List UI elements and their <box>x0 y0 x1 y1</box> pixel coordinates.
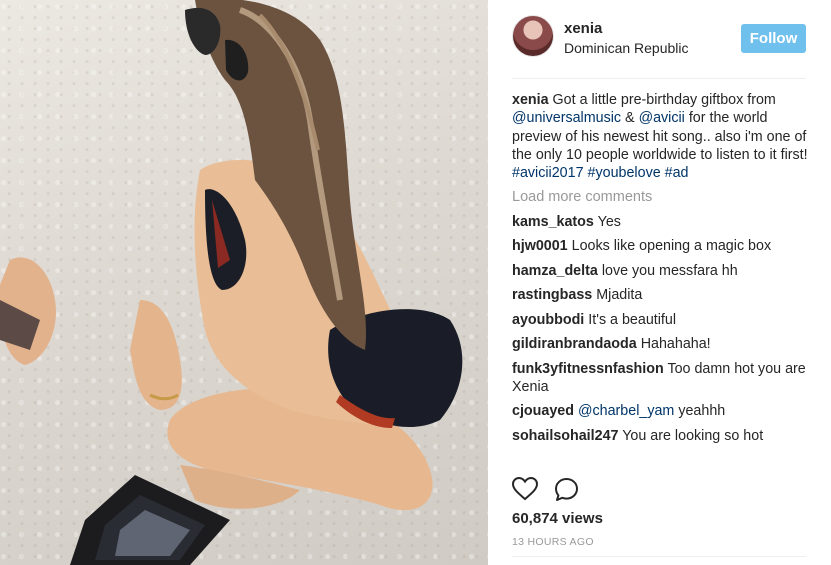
comment: hjw0001 Looks like opening a magic box <box>512 237 808 255</box>
comments-list[interactable]: xenia Got a little pre-birthday giftbox … <box>512 91 808 467</box>
comment: gildiranbrandaoda Hahahaha! <box>512 335 808 353</box>
post-side-panel: xenia Dominican Republic Follow xenia Go… <box>488 0 831 565</box>
comment-username[interactable]: ayoubbodi <box>512 312 584 328</box>
comment-text: Mjadita <box>596 287 643 304</box>
comment: sohailsohail247 You are looking so hot <box>512 427 808 445</box>
post-timestamp[interactable]: 13 HOURS AGO <box>512 536 594 548</box>
hashtag-link[interactable]: #ad <box>665 165 689 181</box>
instagram-post: xenia Dominican Republic Follow xenia Go… <box>0 0 831 565</box>
mention-link[interactable]: @charbel_yam <box>578 403 674 419</box>
comment: ayoubbodi It's a beautiful <box>512 311 808 329</box>
avatar[interactable] <box>512 15 554 57</box>
comment-username[interactable]: rastingbass <box>512 287 592 303</box>
caption-username[interactable]: xenia <box>512 92 549 108</box>
comment-text: yeahhh <box>678 403 726 420</box>
comment-username[interactable]: kams_katos <box>512 214 594 230</box>
post-location[interactable]: Dominican Republic <box>564 40 689 56</box>
comment: funk3yfitnessnfashion Too damn hot you a… <box>512 360 808 397</box>
comment-text: It's a beautiful <box>588 311 677 328</box>
hashtag-link[interactable]: #youbelove <box>588 165 661 181</box>
header-divider <box>512 78 806 79</box>
hashtag-link[interactable]: #avicii2017 <box>512 165 584 181</box>
caption: xenia Got a little pre-birthday giftbox … <box>512 91 808 182</box>
comment: hamza_delta love you messfara hh <box>512 262 808 280</box>
comment: rastingbass Mjadita <box>512 286 808 304</box>
author-username[interactable]: xenia <box>564 20 602 37</box>
footer-divider <box>512 556 806 557</box>
comment-text: Yes <box>597 213 621 230</box>
post-photo[interactable] <box>0 0 488 565</box>
mention-link[interactable]: @universalmusic <box>512 110 621 126</box>
caption-text: & <box>621 110 639 127</box>
post-header: xenia Dominican Republic Follow <box>512 15 806 63</box>
comment-text: Looks like opening a magic box <box>571 238 772 255</box>
follow-button[interactable]: Follow <box>741 24 806 53</box>
load-more-comments[interactable]: Load more comments <box>512 188 808 206</box>
mention-link[interactable]: @avicii <box>639 110 685 126</box>
comment-text: You are looking so hot <box>622 427 764 444</box>
comment-bubble-icon[interactable] <box>554 477 579 502</box>
comment: kams_katos Yes <box>512 213 808 231</box>
action-bar <box>512 477 612 503</box>
comment-username[interactable]: gildiranbrandaoda <box>512 336 637 352</box>
comment-text: love you messfara hh <box>601 262 738 279</box>
views-count[interactable]: 60,874 views <box>512 510 603 527</box>
comment-username[interactable]: cjouayed <box>512 403 574 419</box>
photo-illustration <box>0 0 463 565</box>
comment-username[interactable]: funk3yfitnessnfashion <box>512 361 664 377</box>
comment: cjouayed @charbel_yam yeahhh <box>512 402 808 420</box>
comment-username[interactable]: hjw0001 <box>512 238 568 254</box>
heart-icon[interactable] <box>512 477 538 501</box>
comment-username[interactable]: sohailsohail247 <box>512 428 618 444</box>
comment-text: Hahahaha! <box>640 336 711 353</box>
caption-text: Got a little pre-birthday giftbox from <box>552 92 776 108</box>
comment-username[interactable]: hamza_delta <box>512 263 598 279</box>
